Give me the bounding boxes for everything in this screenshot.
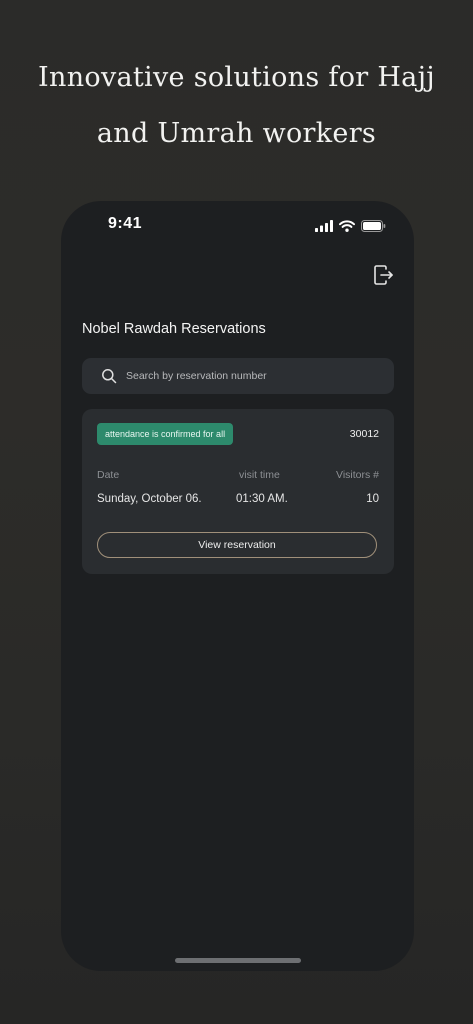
phone-screen: 9:41 Nobel Rawdah Reservations Search by… <box>61 201 414 971</box>
date-value: Sunday, October 06. <box>97 493 202 505</box>
visitors-value: 10 <box>366 493 379 505</box>
page-title: Nobel Rawdah Reservations <box>82 321 266 337</box>
cellular-signal-icon <box>315 220 333 232</box>
view-reservation-button[interactable]: View reservation <box>97 532 377 558</box>
visit-time-value: 01:30 AM. <box>236 493 288 505</box>
promo-headline-line-2: and Umrah workers <box>96 118 377 149</box>
search-icon <box>102 369 117 384</box>
reservation-number: 30012 <box>349 428 379 440</box>
search-bar[interactable] <box>82 358 394 394</box>
logout-icon <box>374 265 393 285</box>
visitors-label: Visitors # <box>336 469 379 481</box>
status-time: 9:41 <box>108 215 143 232</box>
wifi-icon <box>339 220 355 232</box>
promo-headline: Innovative solutions for Hajj and Umrah … <box>0 50 473 162</box>
status-bar: 9:41 <box>61 201 414 251</box>
reservation-card[interactable]: attendance is confirmed for all 30012 Da… <box>82 409 394 574</box>
date-label: Date <box>97 469 120 481</box>
status-icons <box>315 219 386 233</box>
home-indicator <box>175 958 301 963</box>
promo-headline-line-1: Innovative solutions for Hajj <box>38 62 435 93</box>
logout-button[interactable] <box>371 263 395 287</box>
search-input[interactable] <box>126 358 376 394</box>
status-badge: attendance is confirmed for all <box>97 423 234 445</box>
visit-time-label: visit time <box>239 469 280 481</box>
battery-icon <box>361 220 386 232</box>
